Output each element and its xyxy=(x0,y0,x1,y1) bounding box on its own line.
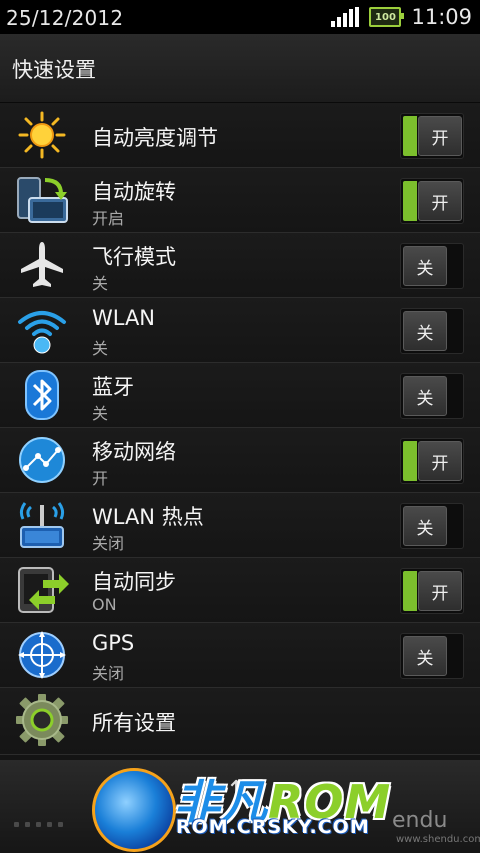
gear-icon xyxy=(14,694,70,746)
settings-list: 自动亮度调节 开 自动旋转 开启 开 飞行模式 关 关 WLAN 关 关 蓝牙 … xyxy=(0,103,480,755)
toggle-auto-sync[interactable]: 开 xyxy=(400,568,464,614)
globe-icon xyxy=(14,434,70,486)
toggle-knob: 开 xyxy=(418,116,462,156)
toggle-auto-rotate[interactable]: 开 xyxy=(400,178,464,224)
setting-title: 飞行模式 xyxy=(92,245,176,269)
toggle-knob: 开 xyxy=(418,571,462,611)
rotate-icon xyxy=(14,174,70,226)
setting-title: 自动亮度调节 xyxy=(92,126,218,150)
battery-icon: 100 xyxy=(369,7,405,27)
setting-row-airplane-mode[interactable]: 飞行模式 关 关 xyxy=(0,233,480,298)
header: 快速设置 xyxy=(0,34,480,103)
setting-row-all-settings[interactable]: 所有设置 xyxy=(0,688,480,755)
signal-icon xyxy=(331,7,360,27)
setting-subtitle: 关闭 xyxy=(92,534,125,553)
watermark-shendu: endu xyxy=(392,808,448,833)
watermark-emblem-icon xyxy=(92,768,176,852)
setting-subtitle: ON xyxy=(92,595,117,614)
bottom-dots xyxy=(14,822,63,827)
setting-row-gps[interactable]: GPS 关闭 关 xyxy=(0,623,480,688)
airplane-icon xyxy=(14,239,70,291)
setting-title: 所有设置 xyxy=(92,711,176,735)
setting-subtitle: 关闭 xyxy=(92,664,125,683)
setting-row-wlan[interactable]: WLAN 关 关 xyxy=(0,298,480,363)
toggle-auto-brightness[interactable]: 开 xyxy=(400,113,464,159)
sun-icon xyxy=(14,109,70,161)
watermark-logo: 非凡ROM ROM.CRSKY.COM endu www.shendu.com xyxy=(92,760,480,853)
setting-title: WLAN xyxy=(92,306,156,330)
toggle-knob: 关 xyxy=(403,506,447,546)
setting-subtitle: 开 xyxy=(92,469,109,488)
toggle-bluetooth[interactable]: 关 xyxy=(400,373,464,419)
watermark-shendu-url: www.shendu.com xyxy=(396,834,480,845)
setting-row-wlan-hotspot[interactable]: WLAN 热点 关闭 关 xyxy=(0,493,480,558)
sync-icon xyxy=(14,564,70,616)
toggle-on-indicator xyxy=(403,571,417,611)
toggle-knob: 关 xyxy=(403,636,447,676)
toggle-on-indicator xyxy=(403,181,417,221)
setting-subtitle: 关 xyxy=(92,339,109,358)
status-bar: 25/12/2012 100 11:09 xyxy=(0,0,480,34)
toggle-knob: 开 xyxy=(418,181,462,221)
toggle-gps[interactable]: 关 xyxy=(400,633,464,679)
setting-title: 自动旋转 xyxy=(92,180,176,204)
status-date: 25/12/2012 xyxy=(6,6,124,30)
toggle-knob: 关 xyxy=(403,311,447,351)
wifi-icon xyxy=(14,304,70,356)
setting-title: GPS xyxy=(92,631,135,655)
setting-row-auto-sync[interactable]: 自动同步 ON 开 xyxy=(0,558,480,623)
page-title: 快速设置 xyxy=(12,58,96,82)
setting-title: 自动同步 xyxy=(92,570,176,594)
hotspot-icon xyxy=(14,499,70,551)
bluetooth-icon xyxy=(14,369,70,421)
status-time: 11:09 xyxy=(411,5,472,29)
setting-title: 移动网络 xyxy=(92,440,176,464)
toggle-on-indicator xyxy=(403,441,417,481)
setting-subtitle: 开启 xyxy=(92,209,125,228)
setting-title: WLAN 热点 xyxy=(92,505,204,529)
toggle-on-indicator xyxy=(403,116,417,156)
setting-row-auto-rotate[interactable]: 自动旋转 开启 开 xyxy=(0,168,480,233)
toggle-wlan[interactable]: 关 xyxy=(400,308,464,354)
toggle-wlan-hotspot[interactable]: 关 xyxy=(400,503,464,549)
setting-subtitle: 关 xyxy=(92,404,109,423)
setting-row-auto-brightness[interactable]: 自动亮度调节 开 xyxy=(0,103,480,168)
toggle-knob: 关 xyxy=(403,376,447,416)
battery-level: 100 xyxy=(375,11,396,23)
gps-icon xyxy=(14,629,70,681)
setting-title: 蓝牙 xyxy=(92,375,134,399)
status-right: 100 11:09 xyxy=(331,5,472,29)
toggle-airplane-mode[interactable]: 关 xyxy=(400,243,464,289)
setting-subtitle: 关 xyxy=(92,274,109,293)
setting-row-mobile-network[interactable]: 移动网络 开 开 xyxy=(0,428,480,493)
toggle-mobile-network[interactable]: 开 xyxy=(400,438,464,484)
watermark-url: ROM.CRSKY.COM xyxy=(176,816,370,838)
setting-row-bluetooth[interactable]: 蓝牙 关 关 xyxy=(0,363,480,428)
toggle-knob: 开 xyxy=(418,441,462,481)
toggle-knob: 关 xyxy=(403,246,447,286)
